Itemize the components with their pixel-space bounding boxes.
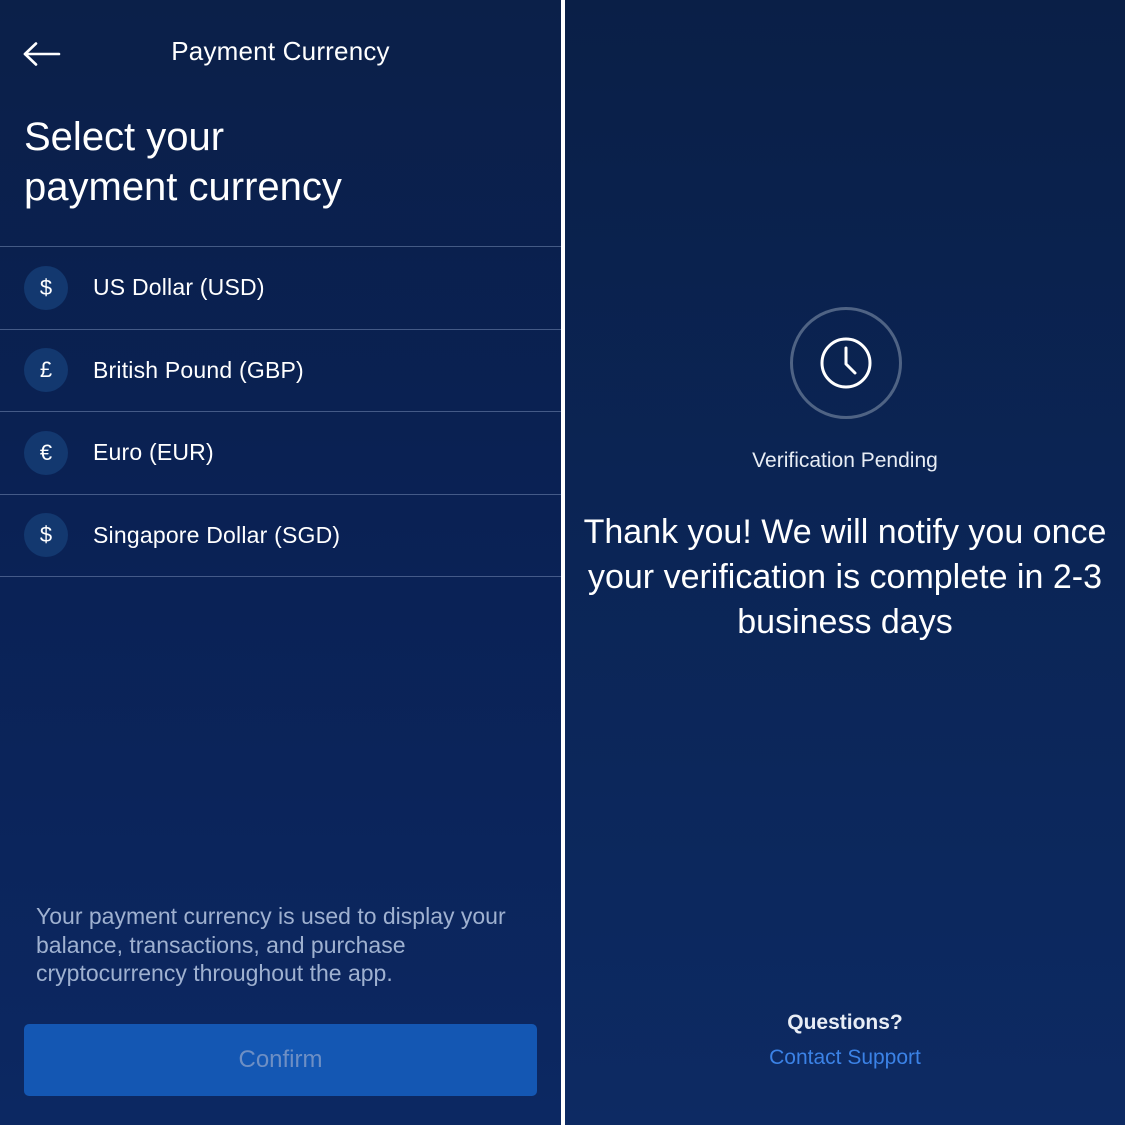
currency-label: Euro (EUR) [93, 439, 214, 466]
page-heading: Select your payment currency [24, 112, 524, 212]
confirm-button[interactable]: Confirm [24, 1024, 537, 1096]
screenshot-pair: Payment Currency Select your payment cur… [0, 0, 1125, 1125]
payment-currency-screen: Payment Currency Select your payment cur… [0, 0, 561, 1125]
contact-support-link[interactable]: Contact Support [565, 1046, 1125, 1070]
heading-line-1: Select your [24, 115, 225, 159]
currency-option-sgd[interactable]: $ Singapore Dollar (SGD) [0, 495, 561, 577]
clock-icon [820, 337, 872, 389]
heading-line-2: payment currency [24, 165, 342, 209]
verification-pending-screen: Verification Pending Thank you! We will … [565, 0, 1125, 1125]
questions-label: Questions? [787, 1011, 903, 1034]
confirmation-message: Thank you! We will notify you once your … [583, 513, 1107, 641]
dollar-symbol-icon: $ [24, 513, 68, 558]
currency-list: $ US Dollar (USD) £ British Pound (GBP) … [0, 246, 561, 577]
euro-symbol-icon: € [24, 430, 68, 475]
currency-label: US Dollar (USD) [93, 274, 265, 301]
currency-option-usd[interactable]: $ US Dollar (USD) [0, 247, 561, 330]
pound-symbol-icon: £ [24, 348, 68, 393]
nav-title: Payment Currency [171, 36, 390, 66]
currency-label: British Pound (GBP) [93, 356, 304, 383]
currency-option-eur[interactable]: € Euro (EUR) [0, 412, 561, 495]
currency-option-gbp[interactable]: £ British Pound (GBP) [0, 330, 561, 412]
status-label: Verification Pending [752, 449, 938, 472]
dollar-symbol-icon: $ [24, 265, 68, 310]
currency-footnote: Your payment currency is used to display… [36, 903, 506, 986]
status-icon-ring [790, 307, 902, 419]
currency-label: Singapore Dollar (SGD) [93, 521, 341, 548]
